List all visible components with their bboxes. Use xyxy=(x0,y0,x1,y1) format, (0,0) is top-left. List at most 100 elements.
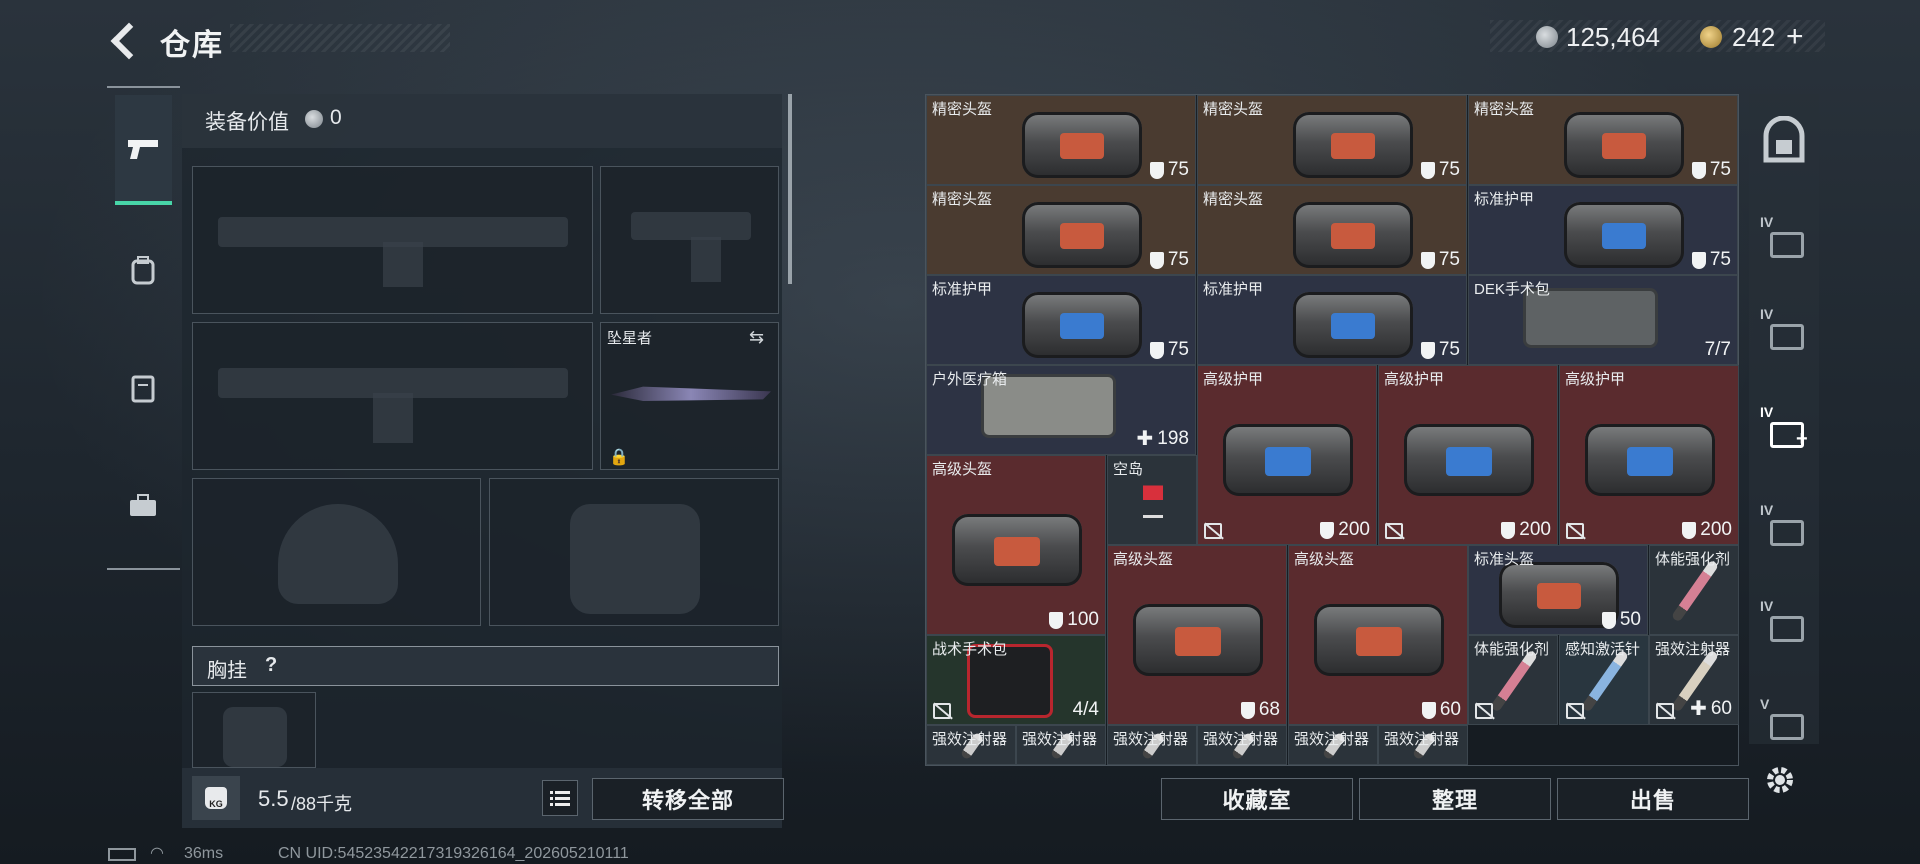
not-insured-icon xyxy=(1385,523,1403,539)
weight-max: /88千克 xyxy=(291,794,353,814)
storage-item[interactable]: 精密头盔 75 xyxy=(1197,95,1467,185)
swap-icon[interactable]: ⇆ xyxy=(749,327,764,348)
back-arrow-icon[interactable] xyxy=(104,22,140,58)
item-name: 体能强化剂 xyxy=(1474,641,1550,658)
storage-item[interactable]: 标准护甲 75 xyxy=(1468,185,1738,275)
sell-button[interactable]: 出售 xyxy=(1557,778,1749,820)
armor-slot[interactable] xyxy=(489,478,779,626)
storage-item[interactable]: 体能强化剂 xyxy=(1649,545,1739,635)
not-insured-icon xyxy=(1475,703,1493,719)
item-name: 高级头盔 xyxy=(1294,551,1355,568)
silver-balance: 125,464 xyxy=(1566,22,1660,52)
item-name: 感知激活针 xyxy=(1565,641,1641,658)
item-name: 强效注射器 xyxy=(1294,731,1370,748)
melee-slot[interactable]: 坠星者 ⇆ 🔒 xyxy=(600,322,779,470)
item-value: 75 xyxy=(1420,159,1460,181)
storage-item[interactable]: 精密头盔 75 xyxy=(926,95,1196,185)
tier-label: IV xyxy=(1760,502,1774,518)
gear-bag-image xyxy=(1022,112,1142,178)
wifi-icon: ◠ xyxy=(150,845,164,862)
toolbox-icon[interactable] xyxy=(123,486,163,526)
pistol-slot[interactable] xyxy=(600,166,779,314)
settings-gear-icon[interactable] xyxy=(1762,762,1798,798)
melee-name: 坠星者 xyxy=(607,330,653,347)
backpack-icon[interactable] xyxy=(123,250,163,290)
storage-tab-4-icon[interactable]: IV xyxy=(1756,500,1812,556)
help-icon[interactable]: ? xyxy=(265,654,277,677)
gear-bag-image xyxy=(1314,604,1444,676)
storage-item[interactable]: 高级头盔 60 xyxy=(1288,545,1468,725)
uid-text: CN UID:545235422173193261​64_20260521011… xyxy=(278,845,629,862)
chest-rig-header: 胸挂 ? xyxy=(192,646,779,686)
durability-shield-icon xyxy=(1501,521,1516,539)
storage-tab-medical-icon[interactable]: IV + xyxy=(1756,402,1812,458)
equip-value-label: 装备价值 xyxy=(205,111,289,134)
item-name: 强效注射器 xyxy=(932,731,1008,748)
storage-item[interactable]: 精密头盔 75 xyxy=(1468,95,1738,185)
storage-item[interactable]: 强效注射器 xyxy=(1016,725,1106,765)
storage-item[interactable]: 强效注射器 xyxy=(1197,725,1287,765)
storage-item[interactable]: 高级护甲 200 xyxy=(1197,365,1377,545)
storage-item[interactable]: 高级头盔 68 xyxy=(1107,545,1287,725)
collection-room-button[interactable]: 收藏室 xyxy=(1161,778,1353,820)
storage-item[interactable]: 精密头盔 75 xyxy=(926,185,1196,275)
transfer-all-button[interactable]: 转移全部 xyxy=(592,778,784,820)
durability-shield-icon xyxy=(1691,251,1706,269)
storage-item[interactable]: 标准护甲 75 xyxy=(1197,275,1467,365)
item-value: 4/4 xyxy=(1072,699,1099,720)
not-insured-icon xyxy=(1656,703,1674,719)
item-name: 标准护甲 xyxy=(932,281,993,298)
loadout-scrollbar[interactable] xyxy=(788,94,792,284)
gold-balance: 242 xyxy=(1732,22,1776,52)
storage-item[interactable]: DEK手术包 7/7 xyxy=(1468,275,1738,365)
storage-tab-1-icon[interactable]: IV xyxy=(1756,212,1812,268)
storage-item[interactable]: 强效注射器 xyxy=(1107,725,1197,765)
storage-item[interactable]: 体能强化剂 xyxy=(1468,635,1558,725)
storage-item[interactable]: 空岛 xyxy=(1107,455,1197,545)
gold-coin-icon xyxy=(1700,26,1722,53)
tier-label: IV xyxy=(1760,214,1774,230)
item-name: 标准护甲 xyxy=(1474,191,1535,208)
storage-item[interactable]: 高级头盔 100 xyxy=(926,455,1106,635)
storage-item[interactable]: 精密头盔 75 xyxy=(1197,185,1467,275)
item-name: 标准头盔 xyxy=(1474,551,1535,568)
item-value: 75 xyxy=(1691,249,1731,271)
storage-tab-2-icon[interactable]: IV xyxy=(1756,304,1812,360)
storage-item[interactable]: 高级护甲 200 xyxy=(1559,365,1739,545)
storage-item[interactable]: 强效注射器 xyxy=(926,725,1016,765)
storage-item[interactable]: 标准头盔 50 xyxy=(1468,545,1648,635)
storage-item[interactable]: 标准护甲 75 xyxy=(926,275,1196,365)
item-value: 200 xyxy=(1682,519,1732,541)
storage-item[interactable]: 强效注射器 ✚ 60 xyxy=(1649,635,1739,725)
durability-shield-icon xyxy=(1240,701,1255,719)
storage-tab-5-icon[interactable]: IV xyxy=(1756,596,1812,652)
chest-rig-label: 胸挂 xyxy=(207,660,247,682)
primary-weapon-slot[interactable] xyxy=(192,166,593,314)
buy-gold-button[interactable]: + xyxy=(1786,20,1804,54)
durability-shield-icon xyxy=(1049,611,1064,629)
storage-item[interactable]: 感知激活针 xyxy=(1559,635,1649,725)
sort-button[interactable]: 整理 xyxy=(1359,778,1551,820)
storage-item[interactable]: 高级护甲 200 xyxy=(1378,365,1558,545)
tier-label: IV xyxy=(1760,598,1774,614)
storage-item[interactable]: 强效注射器 xyxy=(1378,725,1468,765)
storage-item[interactable]: 战术手术包 4/4 xyxy=(926,635,1106,725)
not-insured-icon xyxy=(1204,523,1222,539)
safe-box-icon[interactable] xyxy=(1756,115,1812,172)
weight-icon: KG xyxy=(192,776,240,820)
helmet-slot[interactable] xyxy=(192,478,481,626)
storage-item[interactable]: 户外医疗箱 ✚ 198 xyxy=(926,365,1196,455)
gear-bag-image xyxy=(1022,292,1142,358)
list-view-icon[interactable] xyxy=(542,780,578,816)
storage-item[interactable]: 强效注射器 xyxy=(1288,725,1378,765)
gear-bag-image xyxy=(1564,112,1684,178)
vest-icon[interactable] xyxy=(123,368,163,408)
item-value: ✚ 60 xyxy=(1690,697,1732,721)
item-value: 60 xyxy=(1421,699,1461,721)
storage-tab-6-icon[interactable]: V xyxy=(1756,694,1812,750)
item-name: 户外医疗箱 xyxy=(932,371,1008,388)
item-name: 精密头盔 xyxy=(1203,101,1264,118)
chest-rig-slot[interactable] xyxy=(192,692,316,768)
item-value: 75 xyxy=(1149,339,1189,361)
secondary-weapon-slot[interactable] xyxy=(192,322,593,470)
